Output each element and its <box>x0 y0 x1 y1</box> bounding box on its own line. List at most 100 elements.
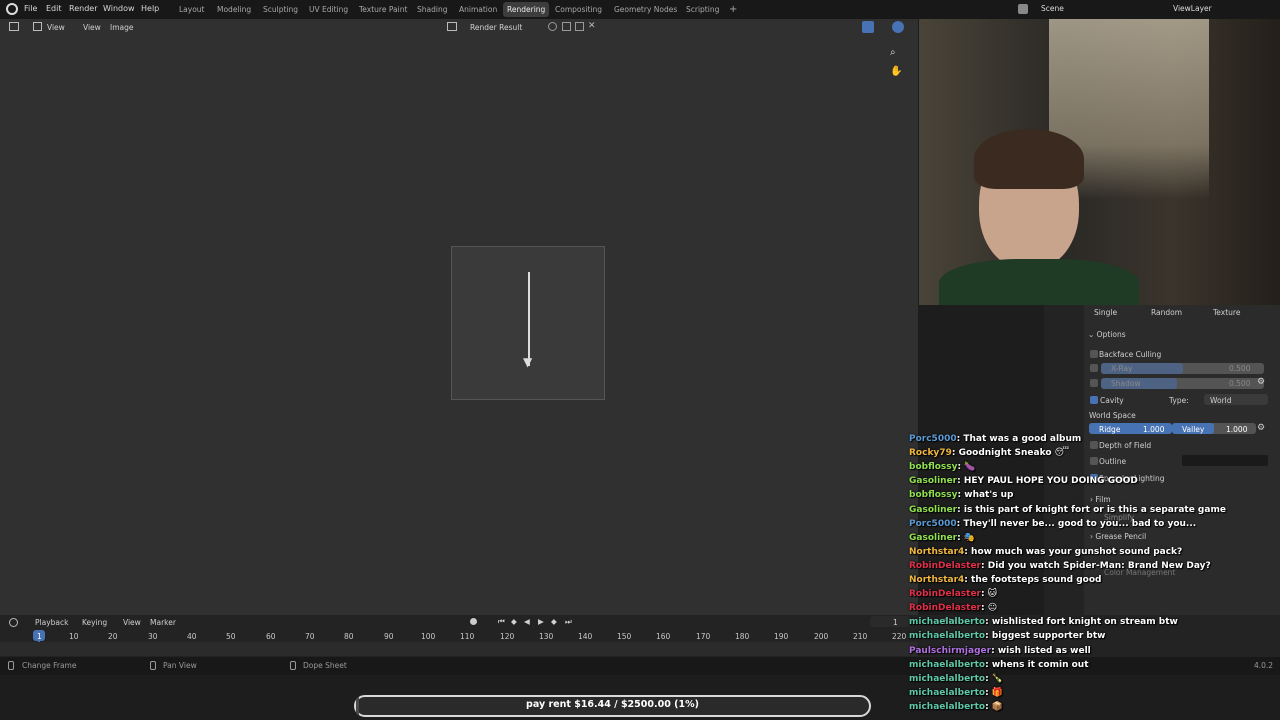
close-icon[interactable]: ✕ <box>588 21 596 31</box>
chat-text: is this part of knight fort or is this a… <box>963 504 1226 515</box>
new-image-icon[interactable] <box>562 22 571 31</box>
tab-texture-paint[interactable]: Texture Paint <box>355 2 411 17</box>
view-menu[interactable]: View <box>83 23 101 32</box>
cavity-label: Cavity <box>1100 396 1124 405</box>
valley-value: 1.000 <box>1226 425 1248 434</box>
jump-end-icon[interactable]: ⏭ <box>565 617 572 627</box>
open-image-icon[interactable] <box>575 22 584 31</box>
tick-label: 10 <box>69 632 79 641</box>
menu-help[interactable]: Help <box>141 4 159 13</box>
tab-modeling[interactable]: Modeling <box>213 2 255 17</box>
mouse-right-icon <box>290 661 296 670</box>
image-editor-header: View View Image Render Result ✕ ⌕ ✋ <box>0 19 918 77</box>
ridge-value: 1.000 <box>1143 425 1165 434</box>
marker-menu[interactable]: Marker <box>150 618 176 627</box>
outline-color-swatch[interactable] <box>1182 455 1268 466</box>
play-reverse-icon[interactable]: ◀ <box>524 617 530 626</box>
tab-sculpting[interactable]: Sculpting <box>259 2 302 17</box>
chat-username: RobinDelaster <box>909 589 981 600</box>
backface-checkbox[interactable] <box>1090 350 1098 358</box>
tick-label: 200 <box>814 632 829 641</box>
tick-label: 210 <box>853 632 868 641</box>
chat-message: Gasoliner: is this part of knight fort o… <box>909 505 1226 515</box>
menu-render[interactable]: Render <box>69 4 97 13</box>
tab-shading[interactable]: Shading <box>413 2 451 17</box>
chat-username: Northstar4 <box>909 546 965 557</box>
timeline-track[interactable] <box>0 642 918 656</box>
grease-pencil-panel-header[interactable]: › Grease Pencil <box>1090 532 1146 541</box>
editor-type-icon[interactable] <box>9 22 19 31</box>
chat-message: Gasoliner: HEY PAUL HOPE YOU DOING GOOD <box>909 476 1138 486</box>
menu-file[interactable]: File <box>24 4 37 13</box>
keying-menu[interactable]: Keying <box>82 618 107 627</box>
film-panel-header[interactable]: › Film <box>1090 495 1111 504</box>
tab-geometry-nodes[interactable]: Geometry Nodes <box>610 2 681 17</box>
timeline-editor-type-icon[interactable] <box>9 618 18 627</box>
blender-logo-icon[interactable] <box>6 3 18 15</box>
world-space-label: World Space <box>1089 411 1136 420</box>
image-browse-icon[interactable] <box>447 22 457 31</box>
tab-layout[interactable]: Layout <box>175 2 209 17</box>
next-key-icon[interactable]: ◆ <box>551 617 557 626</box>
chat-separator: : <box>985 631 992 642</box>
mouse-left-icon <box>8 661 14 670</box>
tab-compositing[interactable]: Compositing <box>551 2 606 17</box>
shadow-settings-gear-icon[interactable]: ⚙ <box>1257 377 1265 387</box>
gizmo-toggle-icon[interactable] <box>862 21 874 33</box>
menu-window[interactable]: Window <box>103 4 135 13</box>
tab-animation[interactable]: Animation <box>455 2 501 17</box>
color-texture-button[interactable]: Texture <box>1213 308 1240 317</box>
options-panel-header[interactable]: ⌄ Options <box>1088 330 1126 339</box>
chat-message: Porc5000: They'll never be... good to yo… <box>909 519 1196 529</box>
rent-goal-text: pay rent $16.44 / $2500.00 (1%) <box>526 699 699 710</box>
add-workspace-icon[interactable]: + <box>725 2 741 17</box>
play-icon[interactable]: ▶ <box>538 617 544 626</box>
shadow-checkbox[interactable] <box>1090 379 1098 387</box>
view-mode-icon[interactable] <box>33 22 42 31</box>
tab-scripting[interactable]: Scripting <box>682 2 723 17</box>
status-pan-view: Pan View <box>163 661 197 670</box>
tick-label: 190 <box>774 632 789 641</box>
tab-rendering[interactable]: Rendering <box>503 2 550 17</box>
image-name-field[interactable]: Render Result <box>470 23 522 32</box>
scene-icon[interactable] <box>1018 4 1028 14</box>
chat-separator: : <box>951 448 959 459</box>
outline-checkbox[interactable] <box>1090 457 1098 465</box>
image-menu[interactable]: Image <box>110 23 134 32</box>
chat-text: Goodnight Sneako 😴 <box>958 448 1070 459</box>
scene-name[interactable]: Scene <box>1041 4 1064 13</box>
cavity-settings-gear-icon[interactable]: ⚙ <box>1257 423 1265 433</box>
view-dropdown[interactable]: View <box>47 23 65 32</box>
tick-label: 140 <box>578 632 593 641</box>
tab-uv-editing[interactable]: UV Editing <box>305 2 352 17</box>
zoom-icon[interactable]: ⌕ <box>890 47 896 58</box>
timeline-view-menu[interactable]: View <box>123 618 141 627</box>
chat-message: michaelalberto: biggest supporter btw <box>909 631 1105 641</box>
menu-edit[interactable]: Edit <box>46 4 62 13</box>
chat-username: michaelalberto <box>909 631 986 642</box>
xray-checkbox[interactable] <box>1090 364 1098 372</box>
playback-menu[interactable]: Playback <box>35 618 68 627</box>
chat-message: michaelalberto: wishlisted fort knight o… <box>909 617 1178 627</box>
color-single-button[interactable]: Single <box>1094 308 1117 317</box>
chat-username: Paulschirmjager <box>909 645 992 656</box>
streamer-hair <box>974 129 1084 189</box>
prev-key-icon[interactable]: ◆ <box>511 617 517 626</box>
chat-separator: : <box>957 532 964 543</box>
chat-text: 🍾 <box>991 673 1004 684</box>
current-frame-field[interactable] <box>870 616 910 627</box>
top-bar: File Edit Render Window Help Layout Mode… <box>0 0 1280 19</box>
color-random-button[interactable]: Random <box>1151 308 1182 317</box>
dof-checkbox[interactable] <box>1090 441 1098 449</box>
chat-username: michaelalberto <box>909 673 986 684</box>
cavity-checkbox[interactable] <box>1090 396 1098 404</box>
hand-pan-icon[interactable]: ✋ <box>890 66 902 77</box>
type-value: World <box>1210 396 1232 405</box>
jump-start-icon[interactable]: ⏮ <box>498 617 505 627</box>
chat-username: Gasoliner <box>909 476 958 487</box>
chat-message: bobflossy: 🍆 <box>909 462 975 472</box>
overlay-toggle-icon[interactable] <box>892 21 904 33</box>
fake-user-icon[interactable] <box>548 22 557 31</box>
view-layer-name[interactable]: ViewLayer <box>1173 4 1212 13</box>
record-icon[interactable] <box>470 618 477 625</box>
